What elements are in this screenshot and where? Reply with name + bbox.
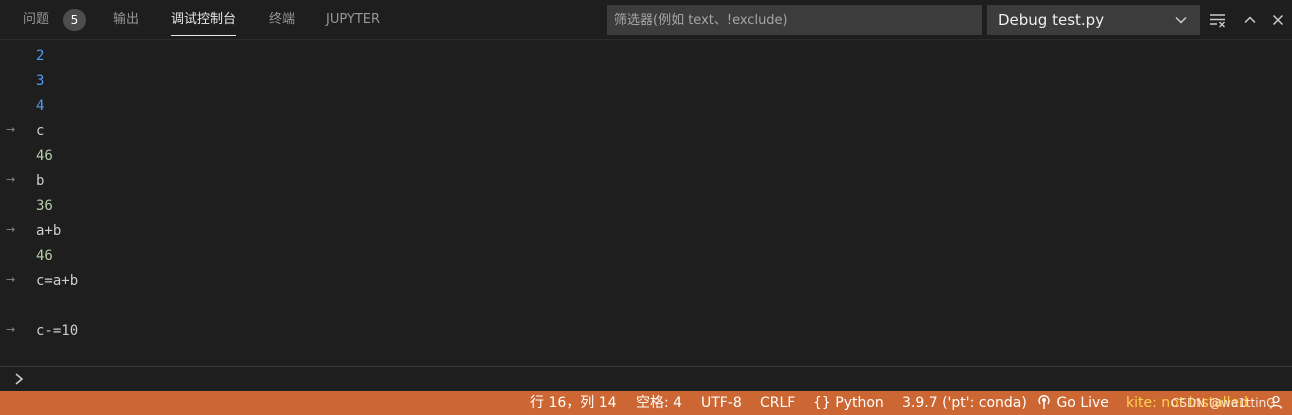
- console-line: 46: [0, 244, 1292, 269]
- account-icon[interactable]: [1268, 391, 1284, 415]
- console-output-text: 4: [36, 98, 45, 114]
- input-arrow-icon: →: [6, 273, 16, 286]
- tab-debug-console[interactable]: 调试控制台: [171, 0, 237, 40]
- status-encoding[interactable]: UTF-8: [701, 391, 742, 415]
- console-line: 2: [0, 44, 1292, 69]
- braces-icon: {}: [813, 395, 831, 411]
- console-output-text: 2: [36, 48, 45, 64]
- input-arrow-icon: →: [6, 123, 16, 136]
- console-input-text: c: [36, 123, 45, 139]
- console-line: 3: [0, 69, 1292, 94]
- status-go-live[interactable]: Go Live: [1036, 391, 1109, 415]
- chevron-right-icon: [10, 369, 28, 389]
- console-input-text: a+b: [36, 223, 62, 239]
- status-bar: 行 16，列 14 空格: 4 UTF-8 CRLF {} Python 3.9…: [0, 391, 1292, 415]
- console-line: → a+b: [0, 219, 1292, 244]
- console-input-text: b: [36, 173, 45, 189]
- console-input-text: c=a+b: [36, 273, 79, 289]
- tab-debug-console-label: 调试控制台: [171, 12, 237, 27]
- clear-console-icon[interactable]: [1206, 8, 1230, 32]
- status-language[interactable]: {} Python: [813, 391, 884, 415]
- tab-output[interactable]: 输出: [113, 0, 139, 40]
- console-result-text: 36: [36, 198, 53, 214]
- console-line: → b: [0, 169, 1292, 194]
- console-filter-input[interactable]: [607, 5, 982, 35]
- console-result-text: 46: [36, 148, 53, 164]
- problems-count-badge: 5: [63, 9, 86, 31]
- status-indentation[interactable]: 空格: 4: [636, 391, 682, 415]
- console-repl-input[interactable]: [0, 366, 1292, 391]
- console-line: → c-=10: [0, 319, 1292, 344]
- tab-problems[interactable]: 问题: [23, 0, 49, 40]
- tab-jupyter[interactable]: JUPYTER: [326, 0, 380, 40]
- tab-output-label: 输出: [113, 12, 140, 27]
- broadcast-icon: [1036, 395, 1056, 411]
- tab-problems-label: 问题: [23, 12, 50, 27]
- close-panel-icon[interactable]: [1266, 8, 1290, 32]
- console-output-text: 3: [36, 73, 45, 89]
- status-python-interpreter[interactable]: 3.9.7 ('pt': conda): [902, 391, 1027, 415]
- console-line: 4: [0, 94, 1292, 119]
- chevron-down-icon: [1174, 5, 1188, 35]
- console-result-text: 46: [36, 248, 53, 264]
- status-eol[interactable]: CRLF: [760, 391, 795, 415]
- status-cursor-position[interactable]: 行 16，列 14: [530, 391, 617, 415]
- console-line: 36: [0, 194, 1292, 219]
- debug-console-output: 2 3 4 → c 46 → b 36 → a+b 46 → c=a+b → c…: [0, 44, 1292, 366]
- console-input-text: c-=10: [36, 323, 79, 339]
- panel-tab-bar: 问题 5 输出 调试控制台 终端 JUPYTER Debug test.py: [0, 0, 1292, 40]
- console-line: → c: [0, 119, 1292, 144]
- input-arrow-icon: →: [6, 323, 16, 336]
- console-line: 46: [0, 144, 1292, 169]
- debug-session-select[interactable]: Debug test.py: [987, 5, 1200, 35]
- debug-session-label: Debug test.py: [998, 11, 1105, 29]
- tab-jupyter-label: JUPYTER: [326, 12, 381, 27]
- input-arrow-icon: →: [6, 173, 16, 186]
- tab-terminal-label: 终端: [269, 12, 296, 27]
- tab-terminal[interactable]: 终端: [269, 0, 295, 40]
- csdn-watermark: CSDN @wa1ttinG: [1171, 396, 1276, 410]
- input-arrow-icon: →: [6, 223, 16, 236]
- console-line: → c=a+b: [0, 269, 1292, 294]
- active-tab-indicator: [171, 35, 237, 36]
- maximize-panel-icon[interactable]: [1238, 8, 1262, 32]
- status-language-label: Python: [835, 395, 884, 411]
- status-go-live-label: Go Live: [1056, 395, 1109, 411]
